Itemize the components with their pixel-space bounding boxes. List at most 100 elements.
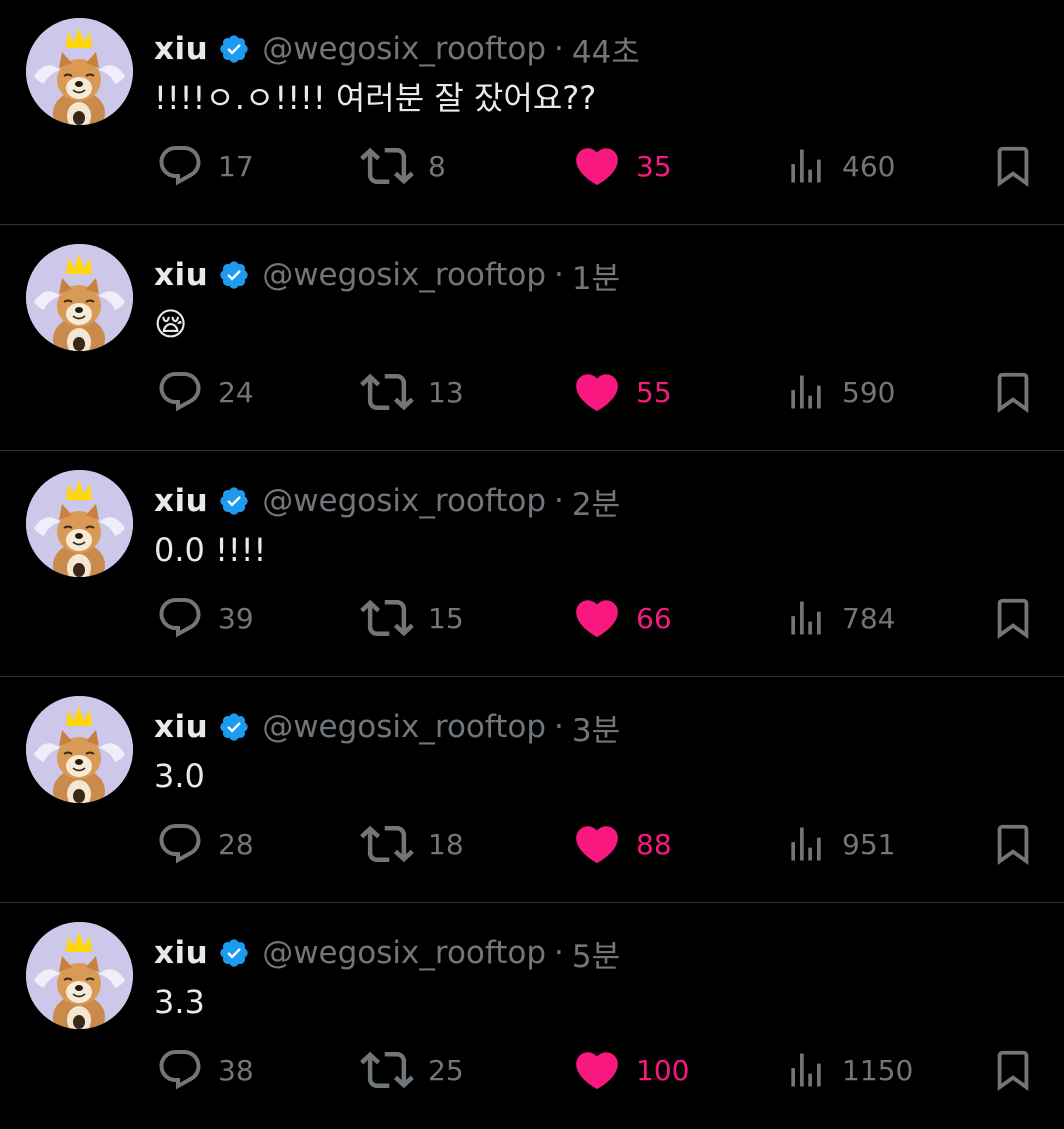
avatar[interactable]: [26, 18, 133, 125]
like-button[interactable]: 66: [572, 590, 672, 646]
bookmark-button[interactable]: [990, 138, 1036, 194]
reply-count: 28: [218, 827, 254, 861]
heart-filled-icon: [572, 367, 622, 417]
display-name[interactable]: xiu: [154, 31, 208, 67]
like-button[interactable]: 88: [572, 816, 672, 872]
views-button[interactable]: 784: [784, 590, 895, 646]
retweet-button[interactable]: 18: [360, 816, 464, 872]
display-name[interactable]: xiu: [154, 709, 208, 745]
display-name[interactable]: xiu: [154, 257, 208, 293]
reply-button[interactable]: 24: [156, 364, 254, 420]
tweet-header: xiu @wegosix_rooftop · 3분: [154, 702, 620, 752]
timestamp[interactable]: 44초: [572, 27, 640, 72]
tweet-header: xiu @wegosix_rooftop · 2분: [154, 476, 620, 526]
timestamp[interactable]: 5분: [572, 931, 620, 976]
bookmark-button[interactable]: [990, 590, 1036, 646]
bookmark-button[interactable]: [990, 364, 1036, 420]
retweet-button[interactable]: 25: [360, 1042, 464, 1098]
avatar[interactable]: [26, 470, 133, 577]
retweet-arrows-icon: [360, 591, 414, 645]
reply-button[interactable]: 39: [156, 590, 254, 646]
views-count: 460: [842, 149, 896, 183]
reply-count: 24: [218, 375, 254, 409]
retweet-button[interactable]: 15: [360, 590, 464, 646]
bookmark-icon: [990, 1047, 1036, 1093]
like-count: 88: [636, 827, 672, 861]
bar-chart-icon: [784, 822, 828, 866]
tweet-card[interactable]: xiu @wegosix_rooftop · 5분 3.3 38 25 100 …: [0, 904, 1064, 1129]
bar-chart-icon: [784, 596, 828, 640]
display-name[interactable]: xiu: [154, 483, 208, 519]
bar-chart-icon: [784, 370, 828, 414]
timestamp[interactable]: 1분: [572, 253, 620, 298]
bookmark-icon: [990, 595, 1036, 641]
reply-button[interactable]: 17: [156, 138, 254, 194]
tweet-header: xiu @wegosix_rooftop · 1분: [154, 250, 620, 300]
reply-button[interactable]: 28: [156, 816, 254, 872]
avatar[interactable]: [26, 244, 133, 351]
handle[interactable]: @wegosix_rooftop: [262, 257, 546, 293]
verified-badge-icon: [218, 485, 250, 517]
like-count: 55: [636, 375, 672, 409]
views-button[interactable]: 590: [784, 364, 895, 420]
reply-count: 17: [218, 149, 254, 183]
views-count: 1150: [842, 1053, 914, 1087]
action-bar: 17 8 35 460: [0, 138, 1064, 194]
action-bar: 28 18 88 951: [0, 816, 1064, 872]
tweet-card[interactable]: xiu @wegosix_rooftop · 3분 3.0 28 18 88 9…: [0, 678, 1064, 903]
avatar[interactable]: [26, 922, 133, 1029]
action-bar: 39 15 66 784: [0, 590, 1064, 646]
like-button[interactable]: 100: [572, 1042, 689, 1098]
handle[interactable]: @wegosix_rooftop: [262, 483, 546, 519]
retweet-arrows-icon: [360, 1043, 414, 1097]
tweet-text: 0.0 !!!!: [154, 531, 267, 569]
speech-bubble-icon: [156, 368, 204, 416]
retweet-count: 8: [428, 149, 446, 183]
tweet-text: 3.3: [154, 983, 205, 1021]
bookmark-icon: [990, 369, 1036, 415]
bookmark-icon: [990, 821, 1036, 867]
tweet-feed: xiu @wegosix_rooftop · 44초 !!!!ㅇ.ㅇ!!!! 여…: [0, 0, 1064, 1119]
views-count: 590: [842, 375, 896, 409]
retweet-button[interactable]: 13: [360, 364, 464, 420]
retweet-count: 25: [428, 1053, 464, 1087]
reply-count: 39: [218, 601, 254, 635]
views-count: 951: [842, 827, 896, 861]
display-name[interactable]: xiu: [154, 935, 208, 971]
bookmark-button[interactable]: [990, 816, 1036, 872]
verified-badge-icon: [218, 33, 250, 65]
like-button[interactable]: 55: [572, 364, 672, 420]
separator-dot: ·: [554, 709, 564, 745]
avatar[interactable]: [26, 696, 133, 803]
tweet-header: xiu @wegosix_rooftop · 5분: [154, 928, 620, 978]
separator-dot: ·: [554, 935, 564, 971]
reply-button[interactable]: 38: [156, 1042, 254, 1098]
tweet-text: 😪: [154, 305, 188, 343]
views-count: 784: [842, 601, 896, 635]
timestamp[interactable]: 2분: [572, 479, 620, 524]
heart-filled-icon: [572, 1045, 622, 1095]
retweet-arrows-icon: [360, 817, 414, 871]
tweet-card[interactable]: xiu @wegosix_rooftop · 2분 0.0 !!!! 39 15: [0, 452, 1064, 677]
views-button[interactable]: 460: [784, 138, 895, 194]
bar-chart-icon: [784, 144, 828, 188]
views-button[interactable]: 951: [784, 816, 895, 872]
handle[interactable]: @wegosix_rooftop: [262, 709, 546, 745]
bar-chart-icon: [784, 1048, 828, 1092]
tweet-card[interactable]: xiu @wegosix_rooftop · 44초 !!!!ㅇ.ㅇ!!!! 여…: [0, 0, 1064, 225]
tweet-header: xiu @wegosix_rooftop · 44초: [154, 24, 640, 74]
like-button[interactable]: 35: [572, 138, 672, 194]
views-button[interactable]: 1150: [784, 1042, 913, 1098]
reply-count: 38: [218, 1053, 254, 1087]
handle[interactable]: @wegosix_rooftop: [262, 31, 546, 67]
tweet-card[interactable]: xiu @wegosix_rooftop · 1분 😪 24 13 55 590: [0, 226, 1064, 451]
bookmark-button[interactable]: [990, 1042, 1036, 1098]
handle[interactable]: @wegosix_rooftop: [262, 935, 546, 971]
separator-dot: ·: [554, 31, 564, 67]
heart-filled-icon: [572, 819, 622, 869]
retweet-button[interactable]: 8: [360, 138, 446, 194]
retweet-count: 15: [428, 601, 464, 635]
verified-badge-icon: [218, 937, 250, 969]
timestamp[interactable]: 3분: [572, 705, 620, 750]
verified-badge-icon: [218, 711, 250, 743]
